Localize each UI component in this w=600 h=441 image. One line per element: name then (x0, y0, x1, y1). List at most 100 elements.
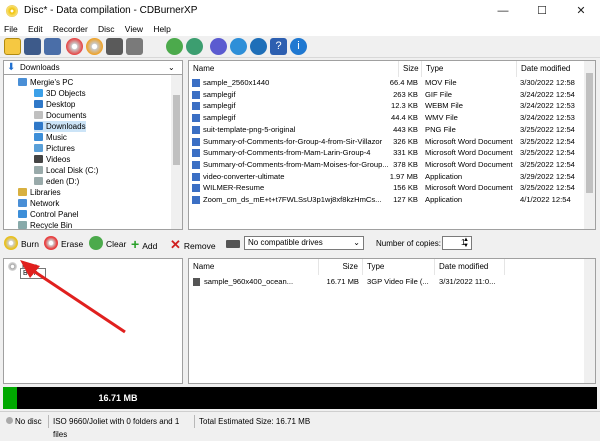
row-size: 443 KB (393, 124, 418, 134)
folder-icon (34, 111, 43, 119)
cd-add-icon[interactable] (86, 38, 103, 55)
row-date: 3/30/2022 12:58 (520, 78, 575, 87)
menu-help[interactable]: Help (149, 22, 174, 36)
table-row[interactable]: samplegif 12.3 KB WEBM File 3/24/2022 12:53 (189, 100, 585, 112)
row-name: suit-template-png-5-original (203, 124, 296, 134)
tree-item-music[interactable]: Music (34, 132, 67, 143)
table-row[interactable]: Summary-of-Comments-from-Mam-Larin-Group… (189, 147, 585, 159)
download-arrow-icon: ⬇ (7, 62, 16, 73)
drive-icon[interactable] (106, 38, 123, 55)
tree-item-label: Desktop (46, 100, 76, 109)
files-scrollbar[interactable] (584, 61, 595, 229)
table-row[interactable]: sample_960x400_ocean... 16.71 MB 3GP Vid… (189, 276, 585, 288)
row-date: 4/1/2022 12:54 (520, 195, 571, 204)
column-date[interactable]: Date modified (517, 61, 587, 77)
tree-item-network[interactable]: Network (18, 198, 59, 209)
new-icon[interactable] (4, 38, 21, 55)
row-date: 3/29/2022 12:54 (520, 171, 575, 181)
tree-scrollbar[interactable] (171, 75, 182, 229)
column-size[interactable]: Size (319, 259, 363, 275)
settings-icon[interactable] (210, 38, 227, 55)
menu-view[interactable]: View (121, 22, 147, 36)
row-size: 44.4 KB (390, 113, 418, 123)
close-button[interactable]: ✕ (562, 0, 600, 22)
row-type: Microsoft Word Document (425, 148, 513, 158)
table-row[interactable]: samplegif 263 KB GIF File 3/24/2022 12:54 (189, 89, 585, 101)
capacity-bar: 16.71 MB (3, 387, 597, 409)
disc-scrollbar[interactable] (584, 259, 595, 383)
copy-disc-icon[interactable] (126, 38, 143, 55)
menu-edit[interactable]: Edit (24, 22, 47, 36)
column-type[interactable]: Type (363, 259, 435, 275)
tree-item-downloads[interactable]: Downloads (34, 121, 86, 132)
refresh-icon[interactable] (186, 38, 203, 55)
column-name[interactable]: Name (189, 61, 399, 77)
drive-value: No compatible drives (248, 238, 323, 247)
tree-item-libraries[interactable]: Libraries (18, 187, 61, 198)
row-size: 331 KB (393, 148, 418, 158)
globe-icon[interactable] (230, 38, 247, 55)
column-name[interactable]: Name (189, 259, 319, 275)
location-combo[interactable]: ⬇ Downloads ⌄ (4, 61, 182, 75)
copies-stepper[interactable]: 1 ▲ ▼ (442, 236, 472, 250)
row-name: samplegif (203, 89, 236, 99)
tree-item-recycle-bin[interactable]: Recycle Bin (18, 220, 72, 229)
row-type: Application (425, 195, 463, 204)
row-type: 3GP Video File (... (367, 277, 429, 286)
tree-item-local-disk[interactable]: Local Disk (C:) (34, 165, 98, 176)
back-icon[interactable] (166, 38, 183, 55)
libraries-icon (18, 188, 27, 196)
table-row[interactable]: Summary-of-Comments-from-Mam-Moises-for-… (189, 159, 585, 171)
open-icon[interactable] (24, 38, 41, 55)
drive-select[interactable]: No compatible drives ⌄ (244, 236, 364, 250)
title-bar: Disc* - Data compilation - CDBurnerXP — … (0, 0, 600, 22)
tree-item-pc[interactable]: Mergie's PC (18, 77, 73, 88)
menu-file[interactable]: File (0, 22, 22, 36)
tree-item-eden[interactable]: eden (D:) (34, 176, 79, 187)
cd-burn-icon[interactable] (66, 38, 83, 55)
table-row[interactable]: samplegif 44.4 KB WMV File 3/24/2022 12:53 (189, 112, 585, 124)
remove-button[interactable]: ✕ Remove (170, 236, 216, 253)
help-icon[interactable]: ? (270, 38, 287, 55)
row-type: Application (425, 171, 463, 181)
arrow-head (20, 260, 40, 278)
tree-item-documents[interactable]: Documents (34, 110, 86, 121)
chevron-down-icon[interactable]: ⌄ (168, 63, 175, 72)
table-row[interactable]: suit-template-png-5-original 443 KB PNG Fi… (189, 124, 585, 136)
row-name: sample_2560x1440 (203, 78, 270, 87)
row-name: samplegif (203, 101, 236, 111)
table-row[interactable]: Summary-of-Comments-for-Group-4-from-Sir… (189, 136, 585, 148)
table-row[interactable]: sample_2560x1440 66.4 MB MOV File 3/30/2022… (189, 77, 585, 89)
table-row[interactable]: Zoom_cm_ds_mE+t+t7FWLSsU3p1wj8xf8kzHmCs.… (189, 194, 585, 206)
tree-item-videos[interactable]: Videos (34, 154, 70, 165)
remove-label: Remove (183, 241, 216, 251)
row-date: 3/25/2022 12:54 (520, 124, 575, 134)
scroll-thumb[interactable] (173, 95, 180, 165)
row-name: sample_960x400_ocean... (204, 277, 294, 286)
globe-search-icon[interactable] (250, 38, 267, 55)
tree-item-control-panel[interactable]: Control Panel (18, 209, 78, 220)
tree-item-desktop[interactable]: Desktop (34, 99, 75, 110)
menu-disc[interactable]: Disc (94, 22, 119, 36)
row-date: 3/25/2022 12:54 (520, 159, 575, 169)
table-row[interactable]: WILMER-Resume 156 KB Microsoft Word Docume… (189, 182, 585, 194)
status-disc-label: No disc (15, 417, 42, 426)
tree-item-pictures[interactable]: Pictures (34, 143, 75, 154)
minimize-button[interactable]: — (484, 0, 522, 22)
scroll-thumb[interactable] (586, 73, 593, 193)
info-icon[interactable]: i (290, 38, 307, 55)
tree-item-3d-objects[interactable]: 3D Objects (34, 88, 86, 99)
column-type[interactable]: Type (422, 61, 517, 77)
stepper-arrows-icon[interactable]: ▲ ▼ (463, 237, 469, 249)
copies-label: Number of copies: (376, 239, 441, 248)
maximize-button[interactable]: ☐ (523, 0, 561, 22)
menu-recorder[interactable]: Recorder (49, 22, 92, 36)
row-type: WEBM File (425, 101, 463, 111)
column-date[interactable]: Date modified (435, 259, 505, 275)
save-icon[interactable] (44, 38, 61, 55)
table-row[interactable]: video-converter-ultimate 1.97 MB Applicati… (189, 171, 585, 183)
row-type: Microsoft Word Document (425, 159, 513, 169)
network-icon (18, 199, 27, 207)
chevron-down-icon[interactable]: ⌄ (353, 237, 360, 249)
column-size[interactable]: Size (399, 61, 422, 77)
